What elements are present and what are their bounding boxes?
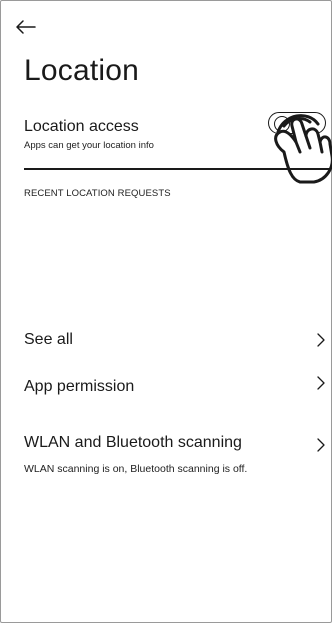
screen-frame bbox=[0, 0, 332, 623]
back-arrow-icon[interactable] bbox=[14, 18, 36, 36]
app-permission-row[interactable]: App permission bbox=[24, 376, 330, 406]
chevron-right-icon bbox=[317, 376, 325, 390]
chevron-right-icon bbox=[317, 438, 325, 452]
wlan-bluetooth-scanning-label: WLAN and Bluetooth scanning bbox=[24, 434, 242, 451]
page-title: Location bbox=[24, 54, 140, 87]
recent-requests-heading: RECENT LOCATION REQUESTS bbox=[24, 188, 171, 199]
see-all-row[interactable]: See all bbox=[24, 331, 330, 359]
section-divider bbox=[24, 168, 330, 170]
tap-hand-icon bbox=[274, 114, 332, 184]
wlan-bluetooth-scanning-row[interactable]: WLAN and Bluetooth scanning bbox=[24, 434, 330, 462]
location-access-description: Apps can get your location info bbox=[24, 140, 154, 151]
see-all-label: See all bbox=[24, 331, 73, 348]
location-access-label: Location access bbox=[24, 118, 139, 135]
app-permission-label: App permission bbox=[24, 378, 135, 395]
chevron-right-icon bbox=[317, 333, 325, 347]
wlan-bluetooth-scanning-description: WLAN scanning is on, Bluetooth scanning … bbox=[24, 463, 248, 475]
